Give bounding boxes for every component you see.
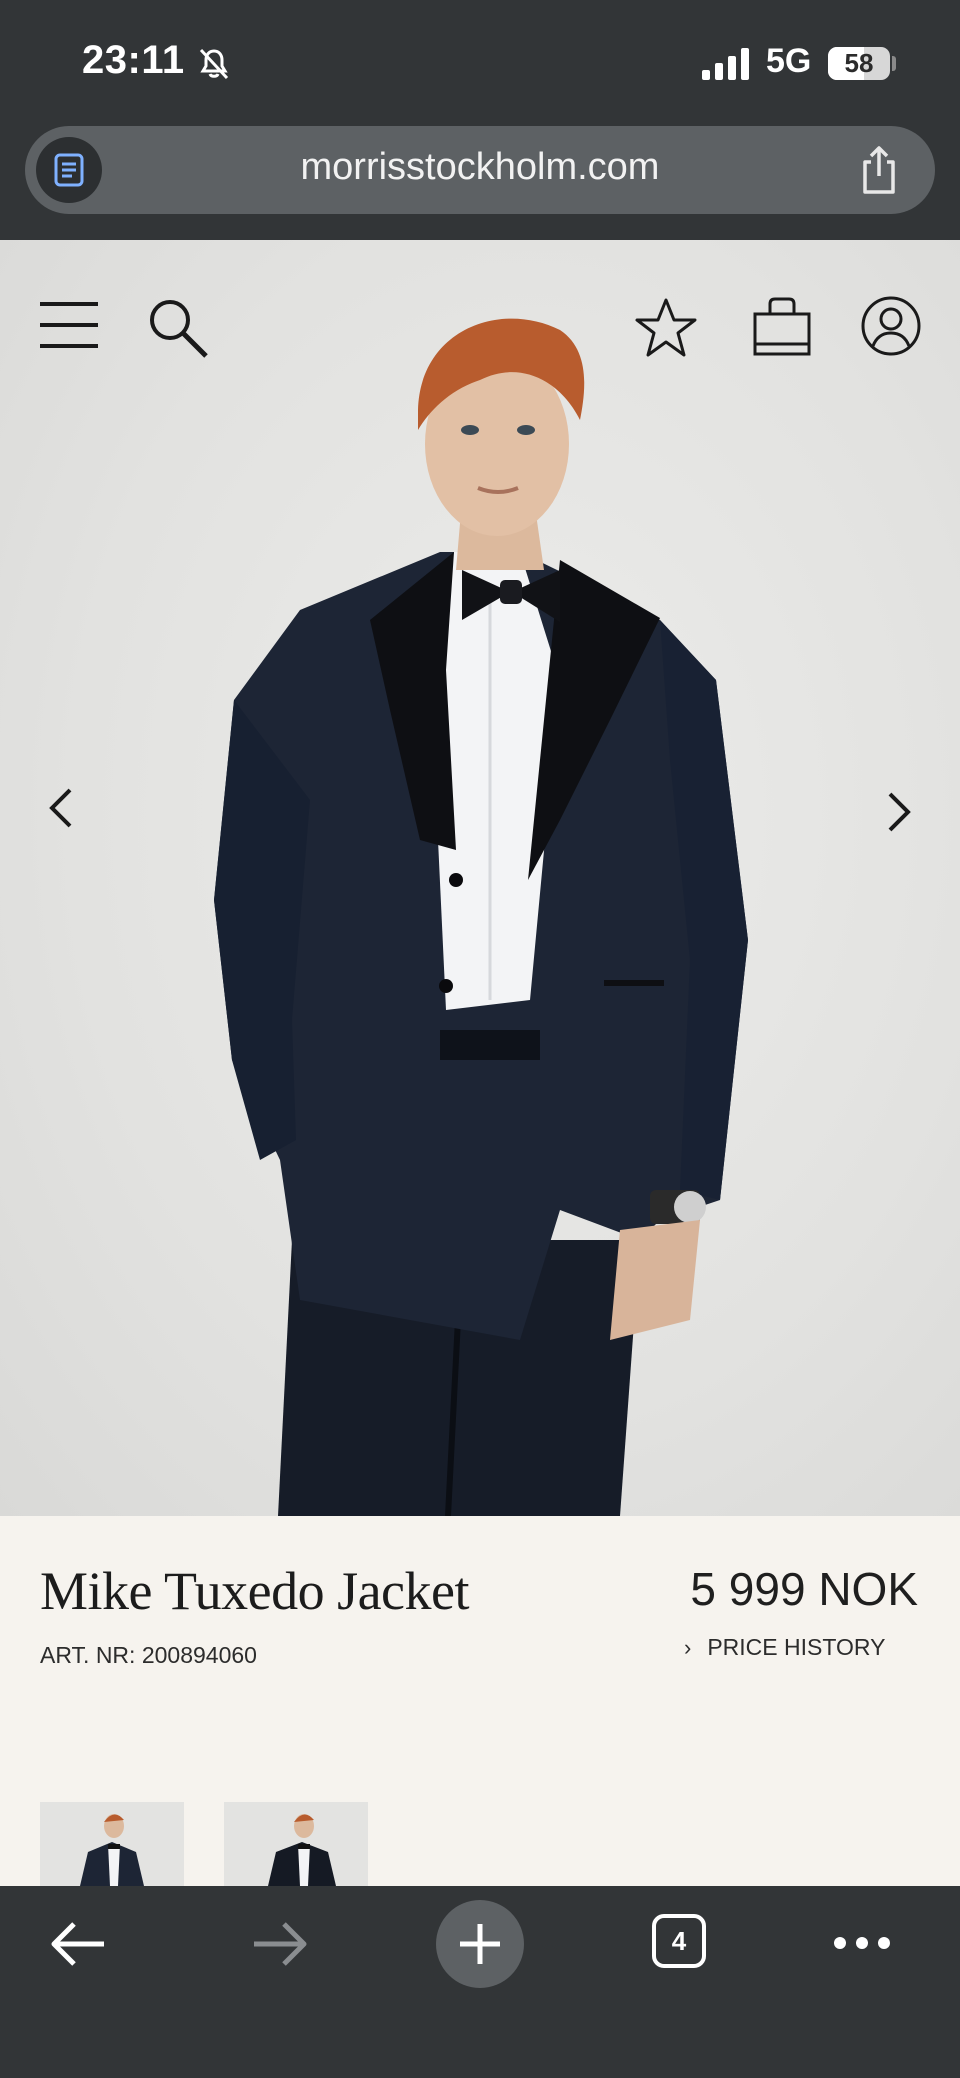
url-bar[interactable]: morrisstockholm.com [25, 126, 935, 214]
plus-icon [460, 1924, 500, 1964]
account-icon[interactable] [860, 295, 922, 357]
battery-percent: 58 [844, 48, 874, 78]
price-history-link[interactable]: › PRICE HISTORY [684, 1634, 885, 1661]
share-icon[interactable] [855, 144, 903, 196]
browser-top-chrome: 23:11 5G 58 morrisstockholm.com [0, 0, 960, 240]
chevron-right-small-icon: › [684, 1635, 692, 1660]
signal-icon [702, 48, 749, 80]
status-time: 23:11 [82, 38, 185, 82]
new-tab-button[interactable] [436, 1900, 524, 1988]
shopping-bag-icon[interactable] [752, 296, 812, 358]
search-icon[interactable] [146, 296, 210, 360]
price-history-label: PRICE HISTORY [707, 1634, 886, 1660]
browser-bottom-toolbar: 4 [0, 1886, 960, 2078]
product-thumbnail-1[interactable] [40, 1802, 184, 1886]
product-title: Mike Tuxedo Jacket [40, 1561, 470, 1621]
network-type: 5G [766, 42, 812, 80]
open-tab-count: 4 [671, 1926, 687, 1956]
battery-nub [892, 56, 896, 71]
more-icon[interactable] [832, 1928, 892, 1958]
chevron-left-icon[interactable] [44, 784, 78, 832]
chevron-right-icon[interactable] [882, 788, 916, 836]
article-number: ART. NR: 200894060 [40, 1642, 257, 1668]
product-price: 5 999 NOK [690, 1563, 918, 1615]
battery-indicator: 58 [828, 47, 890, 80]
forward-arrow-icon[interactable] [250, 1918, 310, 1970]
back-arrow-icon[interactable] [48, 1918, 108, 1970]
product-thumbnail-2[interactable] [224, 1802, 368, 1886]
url-text[interactable]: morrisstockholm.com [25, 146, 935, 189]
thumbnail-image [40, 1802, 184, 1886]
tabs-icon[interactable]: 4 [652, 1914, 706, 1968]
product-photo-model-in-tuxedo [214, 318, 748, 1516]
product-image-gallery[interactable] [0, 240, 960, 1516]
star-icon[interactable] [634, 296, 698, 360]
thumbnail-image [224, 1802, 368, 1886]
menu-icon[interactable] [38, 300, 100, 350]
bell-slash-icon [199, 48, 229, 80]
